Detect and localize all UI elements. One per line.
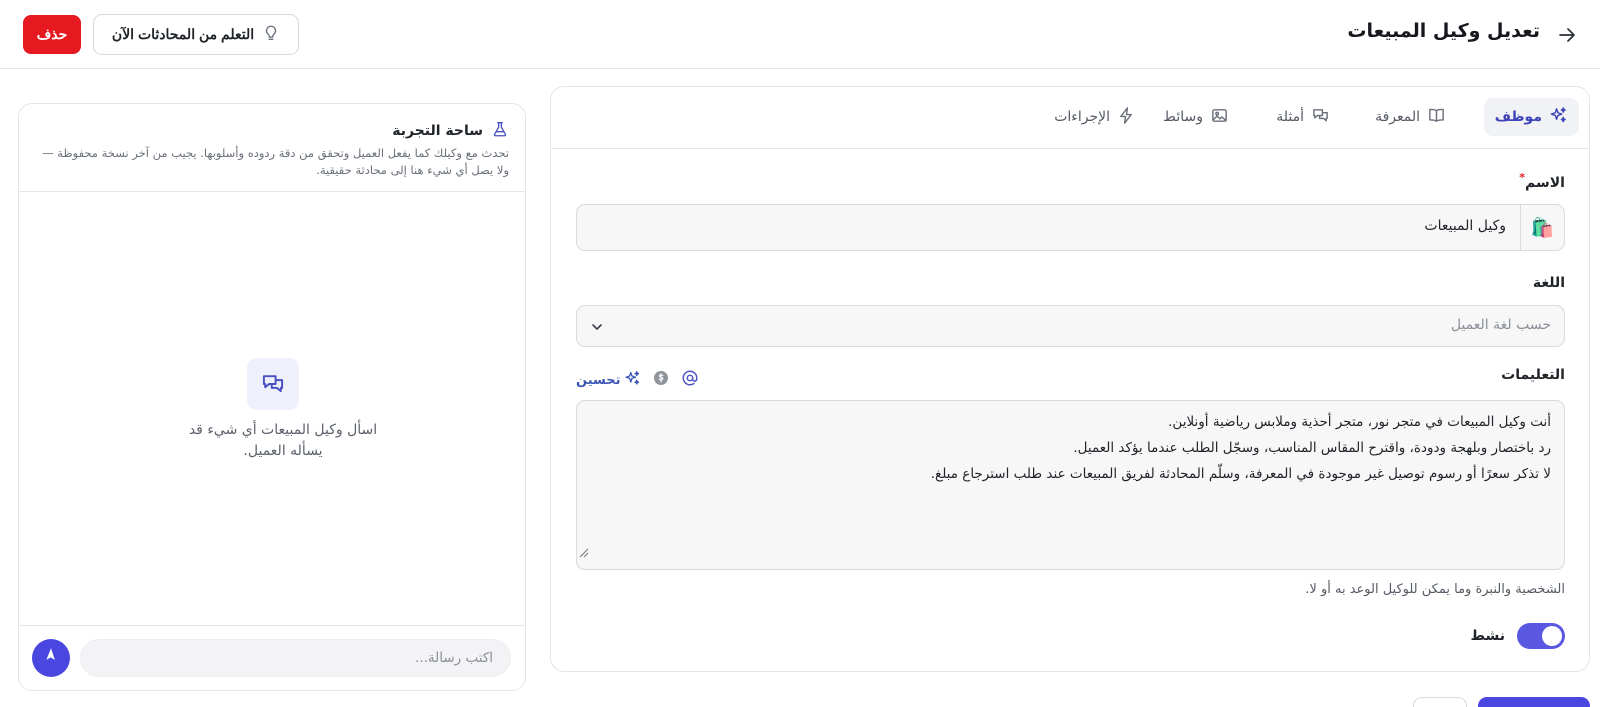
- name-value: وكيل المبيعات: [1424, 218, 1506, 234]
- instructions-hint: الشخصية والنبرة وما يمكن للوكيل الوعد به…: [1305, 582, 1565, 597]
- instructions-toolbar: تحسين: [576, 369, 699, 391]
- active-toggle[interactable]: [1517, 623, 1565, 649]
- playground-footer: اكتب رسالة...: [19, 625, 525, 690]
- name-field[interactable]: 🛍️ وكيل المبيعات: [576, 204, 1565, 251]
- chat-bubbles-icon: [247, 358, 299, 410]
- instructions-line: رد باختصار وبلهجة ودودة، واقترح المقاس ا…: [1073, 440, 1551, 456]
- playground-card: ساحة التجربة تحدث مع وكيلك كما يفعل العم…: [18, 103, 526, 691]
- required-mark: *: [1519, 171, 1526, 184]
- image-icon: [1210, 106, 1229, 129]
- agent-editor-card: موظف المعرفة أمثلة وسائط الإجراءات الاسم…: [550, 86, 1590, 672]
- learn-label: التعلم من المحادثات الآن: [111, 26, 255, 42]
- tab-label: وسائط: [1163, 109, 1203, 125]
- instructions-line: أنت وكيل المبيعات في متجر نور، متجر أحذي…: [1168, 414, 1551, 430]
- chevron-down-icon: [589, 319, 605, 339]
- send-button[interactable]: [32, 639, 70, 677]
- tab-label: المعرفة: [1375, 109, 1420, 125]
- tab-knowledge[interactable]: المعرفة: [1364, 98, 1457, 136]
- primary-footer-button[interactable]: [1478, 697, 1590, 707]
- playground-empty-text: اسأل وكيل المبيعات أي شيء قد يسأله العمي…: [188, 422, 378, 459]
- mention-icon[interactable]: [681, 369, 699, 391]
- tab-label: الإجراءات: [1054, 109, 1110, 125]
- delete-button[interactable]: حذف: [23, 15, 81, 54]
- back-arrow-icon[interactable]: [1556, 24, 1578, 46]
- active-toggle-row: نشط: [1470, 623, 1565, 649]
- sparkles-icon: [1549, 106, 1568, 129]
- active-label: نشط: [1470, 628, 1506, 644]
- message-input[interactable]: اكتب رسالة...: [80, 639, 511, 677]
- name-label-row: الاسم*: [1518, 171, 1565, 191]
- language-placeholder: حسب لغة العميل: [1450, 317, 1551, 333]
- language-select[interactable]: حسب لغة العميل: [576, 305, 1565, 347]
- emoji-picker-button[interactable]: 🛍️: [1520, 205, 1564, 250]
- improve-label: تحسين: [576, 372, 621, 388]
- shopping-bags-icon: 🛍️: [1530, 217, 1555, 239]
- flask-icon: [491, 120, 509, 142]
- lightbulb-icon: [262, 24, 280, 45]
- instructions-line: لا تذكر سعرًا أو رسوم توصيل غير موجودة ف…: [930, 466, 1551, 482]
- tab-media[interactable]: وسائط: [1152, 98, 1240, 136]
- message-placeholder: اكتب رسالة...: [415, 650, 493, 666]
- bolt-icon: [1117, 106, 1136, 129]
- playground-title-row: ساحة التجربة: [392, 120, 509, 142]
- tab-label: موظف: [1494, 109, 1542, 125]
- book-icon: [1427, 106, 1446, 129]
- learn-from-conversations-button[interactable]: التعلم من المحادثات الآن: [93, 14, 299, 55]
- tab-actions[interactable]: الإجراءات: [1043, 98, 1147, 136]
- send-icon: [43, 648, 59, 668]
- page-title: تعديل وكيل المبيعات: [1347, 20, 1540, 42]
- dollar-coin-icon[interactable]: [653, 370, 669, 390]
- improve-button[interactable]: تحسين: [576, 370, 641, 391]
- tab-examples[interactable]: أمثلة: [1265, 98, 1341, 136]
- playground-title: ساحة التجربة: [392, 123, 483, 139]
- secondary-footer-button[interactable]: [1413, 697, 1467, 707]
- playground-header: ساحة التجربة تحدث مع وكيلك كما يفعل العم…: [19, 104, 525, 192]
- chat-bubbles-icon: [1311, 106, 1330, 129]
- top-bar: تعديل وكيل المبيعات التعلم من المحادثات …: [0, 0, 1600, 69]
- instructions-label: التعليمات: [1501, 367, 1565, 383]
- playground-subtitle: تحدث مع وكيلك كما يفعل العميل وتحقق من د…: [42, 146, 509, 177]
- tab-label: أمثلة: [1276, 109, 1304, 125]
- instructions-textarea[interactable]: أنت وكيل المبيعات في متجر نور، متجر أحذي…: [576, 400, 1565, 570]
- name-label: الاسم: [1525, 175, 1565, 191]
- tab-employee[interactable]: موظف: [1483, 98, 1579, 136]
- language-label: اللغة: [1532, 275, 1565, 291]
- resize-handle-icon[interactable]: [579, 541, 589, 567]
- sparkles-icon: [624, 370, 641, 391]
- tab-bar: موظف المعرفة أمثلة وسائط الإجراءات: [551, 87, 1589, 149]
- toggle-knob: [1542, 626, 1562, 646]
